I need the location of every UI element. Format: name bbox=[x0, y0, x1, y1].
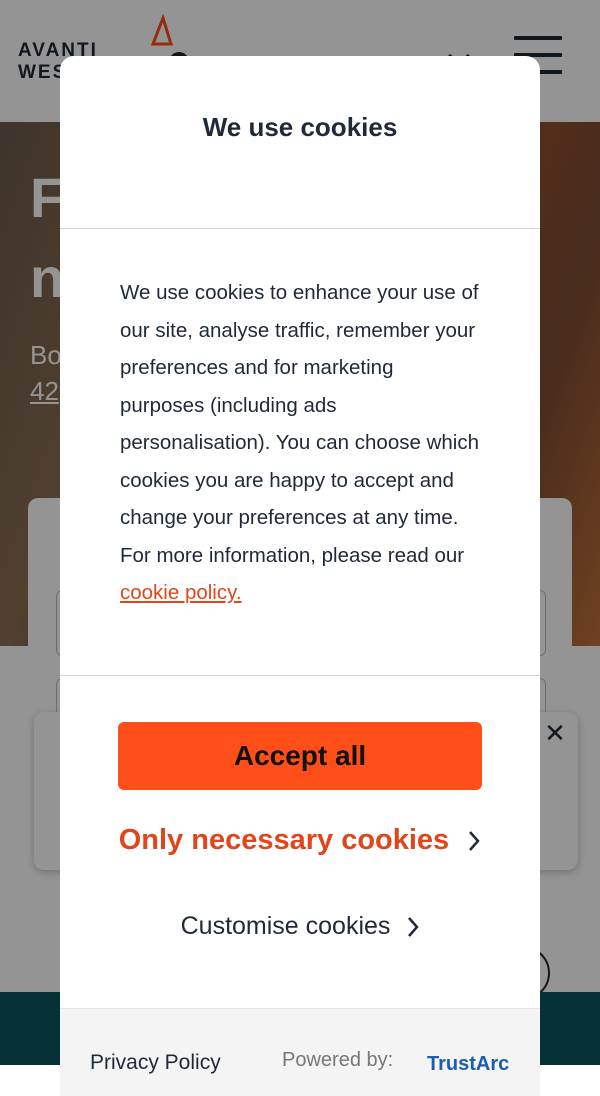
customise-label: Customise cookies bbox=[180, 912, 391, 940]
body-divider bbox=[60, 675, 540, 676]
cookie-description-text: We use cookies to enhance your use of ou… bbox=[120, 281, 479, 567]
only-necessary-label: Only necessary cookies bbox=[118, 824, 450, 856]
title-divider bbox=[60, 228, 540, 229]
cookie-consent-modal: We use cookies We use cookies to enhance… bbox=[60, 56, 540, 1096]
chevron-right-icon bbox=[408, 917, 420, 938]
powered-by-label: Powered by: bbox=[282, 1049, 394, 1071]
customise-cookies-button[interactable]: Customise cookies bbox=[60, 912, 540, 948]
modal-title: We use cookies bbox=[202, 112, 398, 142]
privacy-policy-link[interactable]: Privacy Policy bbox=[90, 1051, 221, 1075]
cookie-policy-link[interactable]: cookie policy. bbox=[120, 581, 242, 604]
chevron-right-icon bbox=[469, 831, 480, 852]
only-necessary-button[interactable]: Only necessary cookies bbox=[60, 824, 540, 864]
cookie-description: We use cookies to enhance your use of ou… bbox=[120, 274, 482, 612]
accept-all-button[interactable]: Accept all bbox=[118, 722, 482, 790]
modal-footer: Privacy Policy Powered by: TrustArc bbox=[60, 1008, 540, 1096]
